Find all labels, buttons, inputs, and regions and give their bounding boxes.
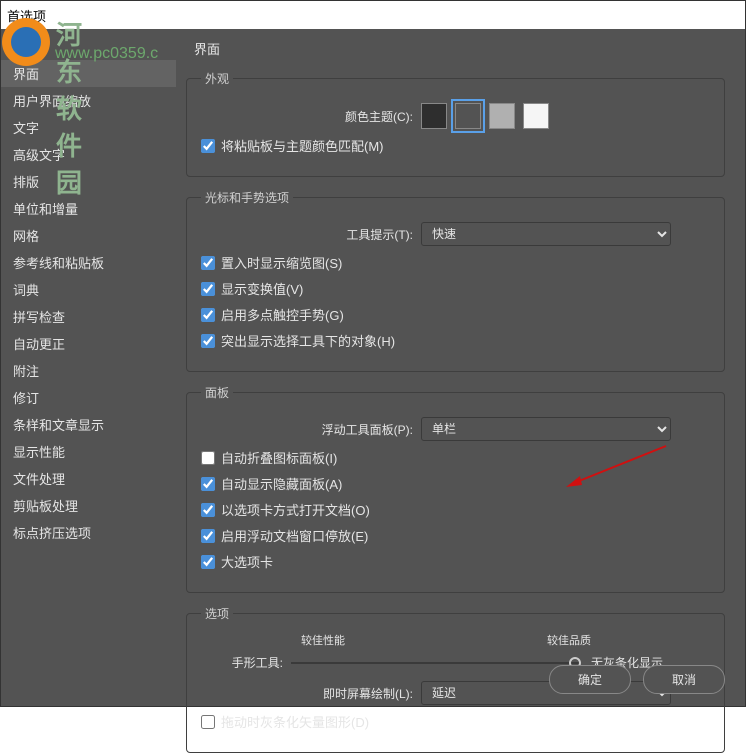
- floating-tools-select[interactable]: 单栏: [421, 417, 671, 441]
- auto-collapse-checkbox[interactable]: [201, 451, 215, 465]
- options-legend: 选项: [201, 605, 233, 622]
- swatch-darkest[interactable]: [421, 103, 447, 129]
- sidebar-item-clipboard[interactable]: 剪贴板处理: [1, 492, 176, 519]
- highlight-object-label[interactable]: 突出显示选择工具下的对象(H): [221, 331, 395, 350]
- sidebar-item-grids[interactable]: 网格: [1, 222, 176, 249]
- sidebar-item-guides[interactable]: 参考线和粘贴板: [1, 249, 176, 276]
- sidebar-item-general[interactable]: 常规: [1, 33, 176, 60]
- titlebar: 首选项: [1, 1, 745, 29]
- multitouch-checkbox[interactable]: [201, 308, 215, 322]
- show-transform-checkbox[interactable]: [201, 282, 215, 296]
- swatch-dark[interactable]: [455, 103, 481, 129]
- highlight-object-checkbox[interactable]: [201, 334, 215, 348]
- enable-docking-label[interactable]: 启用浮动文档窗口停放(E): [221, 526, 368, 545]
- sidebar-item-spelling[interactable]: 拼写检查: [1, 303, 176, 330]
- show-thumbnails-checkbox[interactable]: [201, 256, 215, 270]
- match-pasteboard-label[interactable]: 将粘贴板与主题颜色匹配(M): [221, 136, 384, 155]
- ok-button[interactable]: 确定: [549, 665, 631, 694]
- color-theme-swatches: [421, 103, 549, 129]
- multitouch-label[interactable]: 启用多点触控手势(G): [221, 305, 344, 324]
- show-transform-label[interactable]: 显示变换值(V): [221, 279, 303, 298]
- sidebar-item-mojikumi[interactable]: 标点挤压选项: [1, 519, 176, 546]
- cursor-legend: 光标和手势选项: [201, 189, 293, 206]
- panels-legend: 面板: [201, 384, 233, 401]
- hand-tool-label: 手形工具:: [201, 654, 291, 671]
- auto-show-hidden-label[interactable]: 自动显示隐藏面板(A): [221, 474, 342, 493]
- open-as-tabs-checkbox[interactable]: [201, 503, 215, 517]
- greek-vector-label[interactable]: 拖动时灰条化矢量图形(D): [221, 712, 369, 731]
- sidebar-item-display-perf[interactable]: 显示性能: [1, 438, 176, 465]
- footer-buttons: 确定 取消: [549, 665, 725, 694]
- sidebar-item-dictionary[interactable]: 词典: [1, 276, 176, 303]
- color-theme-label: 颜色主题(C):: [201, 108, 421, 125]
- sidebar-item-story-editor[interactable]: 条样和文章显示: [1, 411, 176, 438]
- large-tabs-checkbox[interactable]: [201, 555, 215, 569]
- qual-label: 较佳品质: [547, 632, 591, 648]
- dialog-title: 首选项: [7, 6, 46, 25]
- hand-tool-slider[interactable]: [291, 656, 581, 670]
- enable-docking-checkbox[interactable]: [201, 529, 215, 543]
- sidebar-item-type[interactable]: 文字: [1, 114, 176, 141]
- appearance-legend: 外观: [201, 70, 233, 87]
- sidebar-item-composition[interactable]: 排版: [1, 168, 176, 195]
- tooltips-select[interactable]: 快速: [421, 222, 671, 246]
- large-tabs-label[interactable]: 大选项卡: [221, 552, 273, 571]
- panel-title: 界面: [186, 39, 725, 58]
- sidebar-item-track-changes[interactable]: 修订: [1, 384, 176, 411]
- open-as-tabs-label[interactable]: 以选项卡方式打开文档(O): [221, 500, 370, 519]
- cursor-section: 光标和手势选项 工具提示(T): 快速 置入时显示缩览图(S) 显示变换值(V): [186, 189, 725, 372]
- panels-section: 面板 浮动工具面板(P): 单栏 自动折叠图标面板(I) 自动显示隐藏面板(A): [186, 384, 725, 593]
- sidebar-item-autocorrect[interactable]: 自动更正: [1, 330, 176, 357]
- sidebar-item-units[interactable]: 单位和增量: [1, 195, 176, 222]
- appearance-section: 外观 颜色主题(C): 将粘贴板与主题颜色匹配(M): [186, 70, 725, 177]
- sidebar-item-file-handling[interactable]: 文件处理: [1, 465, 176, 492]
- sidebar-item-ui-scaling[interactable]: 用户界面缩放: [1, 87, 176, 114]
- sidebar-item-notes[interactable]: 附注: [1, 357, 176, 384]
- sidebar: 常规 界面 用户界面缩放 文字 高级文字 排版 单位和增量 网格 参考线和粘贴板…: [1, 29, 176, 706]
- sidebar-item-advanced-type[interactable]: 高级文字: [1, 141, 176, 168]
- auto-collapse-label[interactable]: 自动折叠图标面板(I): [221, 448, 337, 467]
- perf-label: 较佳性能: [301, 632, 345, 648]
- sidebar-item-interface[interactable]: 界面: [1, 60, 176, 87]
- greek-vector-checkbox[interactable]: [201, 715, 215, 729]
- floating-tools-label: 浮动工具面板(P):: [201, 421, 421, 438]
- match-pasteboard-checkbox[interactable]: [201, 139, 215, 153]
- live-draw-label: 即时屏幕绘制(L):: [201, 685, 421, 702]
- swatch-light[interactable]: [489, 103, 515, 129]
- auto-show-hidden-checkbox[interactable]: [201, 477, 215, 491]
- tooltips-label: 工具提示(T):: [201, 226, 421, 243]
- show-thumbnails-label[interactable]: 置入时显示缩览图(S): [221, 253, 342, 272]
- cancel-button[interactable]: 取消: [643, 665, 725, 694]
- swatch-lightest[interactable]: [523, 103, 549, 129]
- main-panel: 界面 外观 颜色主题(C): 将粘贴板与主题颜色匹配(M): [176, 29, 745, 706]
